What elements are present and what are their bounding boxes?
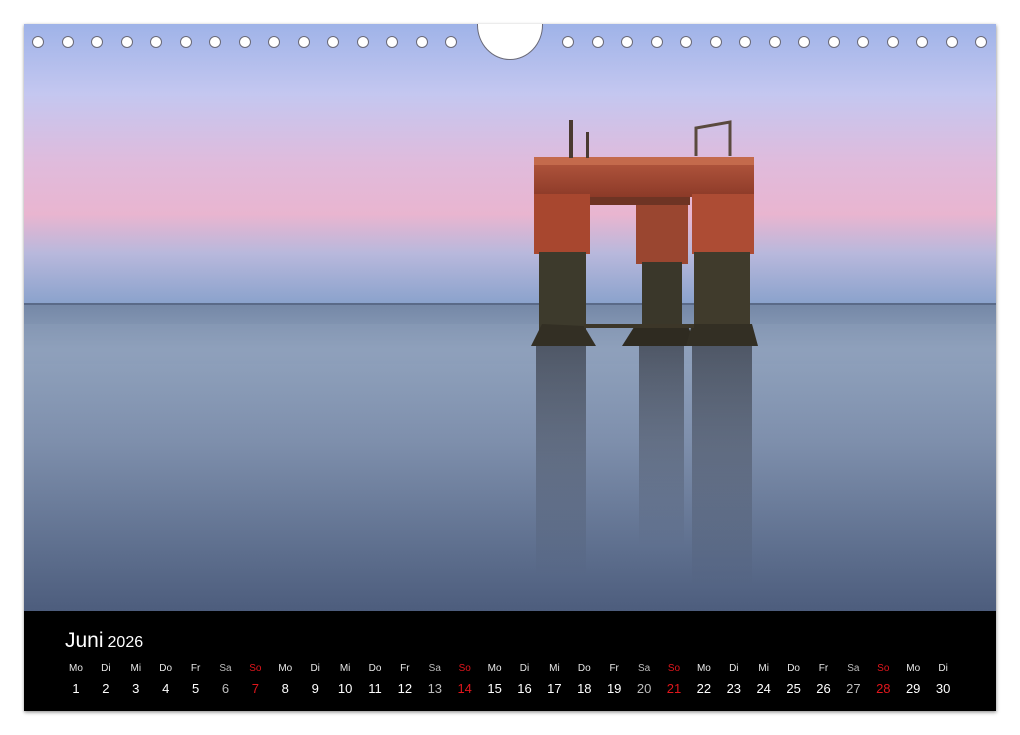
binding-hole (946, 36, 958, 48)
binding-hole (180, 36, 192, 48)
binding-hole (209, 36, 221, 48)
binding-hole (857, 36, 869, 48)
binding-hole (651, 36, 663, 48)
binding-hole (386, 36, 398, 48)
binding-hole (621, 36, 633, 48)
binding-hole (32, 36, 44, 48)
day-number: 30 (925, 681, 961, 697)
binding-hole (828, 36, 840, 48)
binding-hole (680, 36, 692, 48)
binding-hole (268, 36, 280, 48)
weekday-label: Di (925, 662, 961, 676)
binding-hole (62, 36, 74, 48)
binding-hole (150, 36, 162, 48)
photo-pier-in-sea (24, 24, 996, 611)
month-name: Juni (65, 629, 104, 652)
binding-hole (975, 36, 987, 48)
day-column: Di 30 (925, 662, 961, 697)
binding-hole (298, 36, 310, 48)
month-title: Juni2026 (65, 629, 143, 653)
binding-hole (416, 36, 428, 48)
binding-hole (357, 36, 369, 48)
binding-hole (327, 36, 339, 48)
binding-hole (239, 36, 251, 48)
binding-hole (916, 36, 928, 48)
binding-hole (798, 36, 810, 48)
binding-hole (91, 36, 103, 48)
binding-hole (121, 36, 133, 48)
year: 2026 (108, 634, 144, 651)
binding-hole (739, 36, 751, 48)
binding-hole (710, 36, 722, 48)
binding-hole (592, 36, 604, 48)
binding-hole (887, 36, 899, 48)
calendar-bar: Juni2026 Mo1Di2Mi3Do4Fr5Sa6So7Mo8Di9Mi10… (24, 611, 996, 711)
calendar-page: Juni2026 Mo1Di2Mi3Do4Fr5Sa6So7Mo8Di9Mi10… (24, 24, 996, 711)
binding-hole (769, 36, 781, 48)
binding-hole (445, 36, 457, 48)
binding-hole (562, 36, 574, 48)
